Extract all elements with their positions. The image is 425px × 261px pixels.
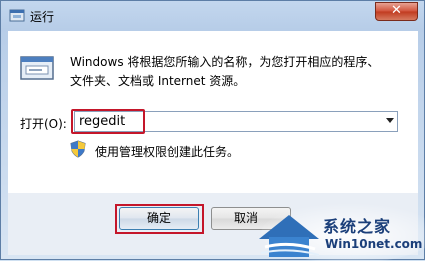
admin-note: 使用管理权限创建此任务。	[95, 145, 240, 159]
chevron-down-icon[interactable]	[386, 118, 394, 123]
run-icon	[9, 9, 25, 22]
title-bar[interactable]: 运行 ✕	[1, 1, 424, 29]
run-program-icon	[20, 56, 54, 80]
close-icon: ✕	[391, 3, 402, 18]
description-line-1: Windows 将根据您所输入的名称，为您打开相应的程序、	[70, 55, 380, 69]
watermark-title: 系统之家	[323, 217, 392, 236]
watermark-site: Win10net.com	[325, 237, 423, 251]
uac-shield-icon	[70, 140, 86, 158]
description: Windows 将根据您所输入的名称，为您打开相应的程序、 文件夹、文档或 In…	[70, 53, 400, 91]
open-label: 打开(O):	[20, 117, 67, 131]
input-highlight-box	[71, 109, 145, 134]
window-title: 运行	[30, 10, 55, 24]
ok-button[interactable]: 确定	[119, 207, 199, 230]
run-dialog: 运行 ✕ Windows 将根据您所输入的名称，为您打开相应的程序、 文件夹、文…	[0, 0, 425, 261]
close-button[interactable]: ✕	[375, 2, 418, 21]
dialog-body: Windows 将根据您所输入的名称，为您打开相应的程序、 文件夹、文档或 In…	[8, 31, 418, 193]
description-line-2: 文件夹、文档或 Internet 资源。	[70, 74, 246, 88]
